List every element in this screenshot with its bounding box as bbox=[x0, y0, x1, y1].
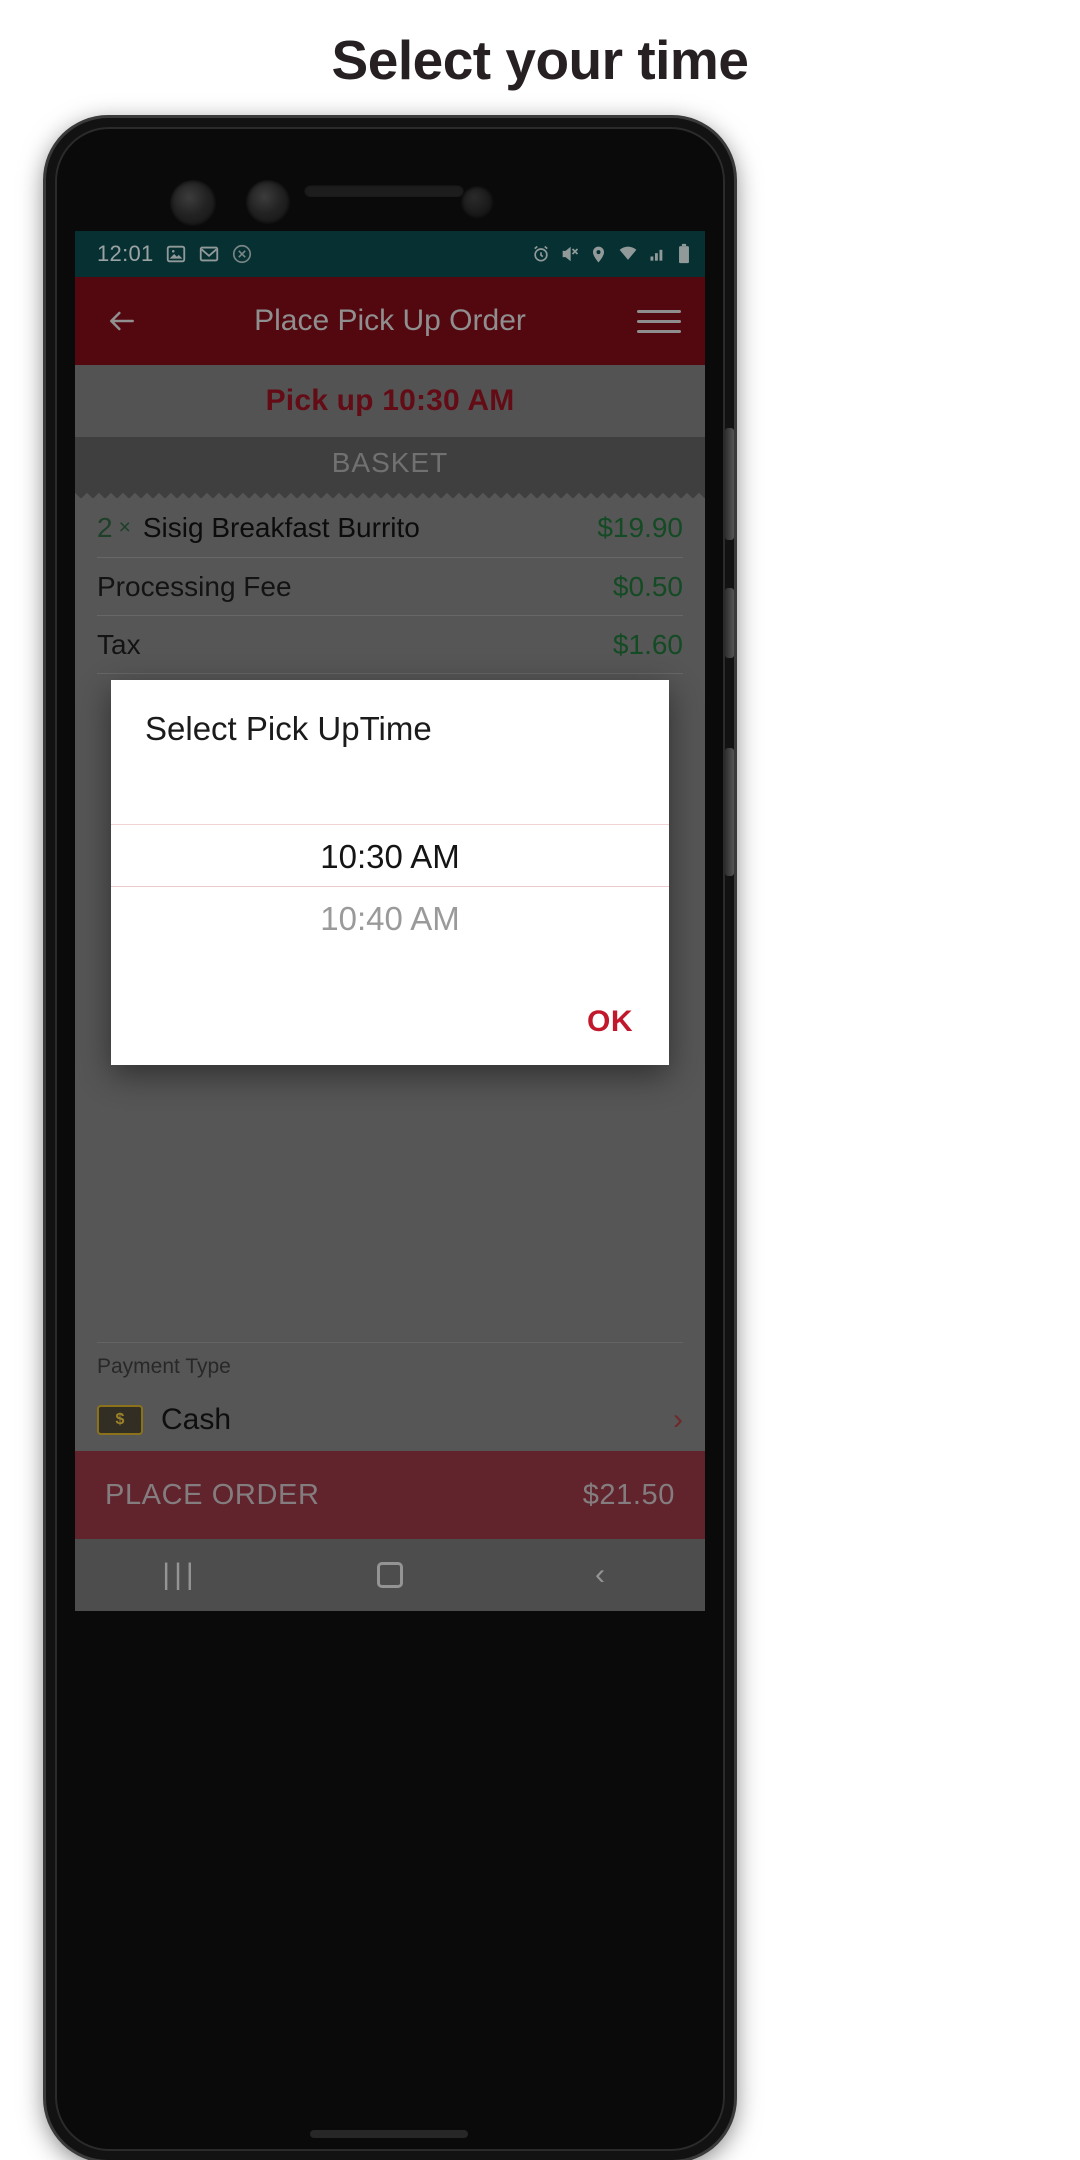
phone-device-frame: 12:01 Place Pick Up Order Pick up 10:30 … bbox=[46, 118, 734, 2160]
app-bar-title: Place Pick Up Order bbox=[254, 304, 526, 337]
earpiece-speaker bbox=[304, 184, 464, 197]
back-icon[interactable]: ‹ bbox=[555, 1550, 645, 1600]
dialog-title: Select Pick UpTime bbox=[145, 710, 432, 747]
chevron-right-icon[interactable]: › bbox=[673, 1403, 683, 1437]
time-picker-selection-line-top bbox=[111, 824, 669, 825]
select-pickup-time-dialog: Select Pick UpTime 10:30 AM 10:40 AM OK bbox=[111, 680, 669, 1065]
processing-fee-row: Processing Fee $0.50 bbox=[97, 558, 683, 616]
phone-side-button-volume-up bbox=[725, 428, 734, 540]
screenshot-root: Select your time 12:01 Place Pick Up Ord… bbox=[0, 0, 1080, 2160]
payment-method-row[interactable]: $ Cash › bbox=[97, 1389, 683, 1451]
page-title: Select your time bbox=[331, 29, 749, 91]
basket-totals: Processing Fee $0.50 Tax $1.60 bbox=[97, 558, 683, 674]
place-order-label: PLACE ORDER bbox=[105, 1478, 320, 1511]
front-camera-secondary-icon bbox=[246, 180, 290, 224]
android-navigation-bar: ||| ‹ bbox=[75, 1539, 705, 1611]
signal-icon bbox=[648, 244, 668, 264]
basket-zigzag-divider bbox=[75, 489, 705, 498]
status-bar: 12:01 bbox=[75, 231, 705, 277]
status-bar-right bbox=[531, 243, 691, 265]
proximity-sensor-icon bbox=[461, 186, 494, 219]
money-bill-icon: $ bbox=[97, 1405, 143, 1435]
gmail-icon bbox=[198, 243, 220, 265]
basket-list: 2 × Sisig Breakfast Burrito $19.90 Proce… bbox=[75, 498, 705, 674]
basket-item-row[interactable]: 2 × Sisig Breakfast Burrito $19.90 bbox=[97, 498, 683, 558]
alarm-icon bbox=[531, 244, 551, 264]
phone-side-button-volume-down bbox=[725, 588, 734, 658]
home-icon[interactable] bbox=[345, 1550, 435, 1600]
time-picker-selected-option[interactable]: 10:30 AM bbox=[111, 826, 669, 888]
processing-fee-price: $0.50 bbox=[612, 570, 683, 602]
battery-icon bbox=[677, 243, 691, 265]
time-picker-row-blank bbox=[111, 764, 669, 826]
time-picker-selection-line-bottom bbox=[111, 886, 669, 887]
basket-item-multiply-symbol: × bbox=[118, 515, 131, 539]
pickup-time-banner[interactable]: Pick up 10:30 AM bbox=[75, 365, 705, 437]
basket-item-price: $19.90 bbox=[597, 511, 683, 543]
payment-method-name: Cash bbox=[161, 1403, 232, 1436]
location-icon bbox=[589, 245, 608, 264]
dialog-actions: OK bbox=[111, 1005, 669, 1065]
app-bar: Place Pick Up Order bbox=[75, 277, 705, 365]
back-arrow-icon[interactable] bbox=[99, 298, 145, 344]
tax-row: Tax $1.60 bbox=[97, 616, 683, 674]
basket-section-header: BASKET bbox=[75, 437, 705, 489]
front-camera-icon bbox=[170, 180, 216, 226]
status-bar-left: 12:01 bbox=[97, 241, 253, 267]
tax-price: $1.60 bbox=[612, 628, 683, 660]
tax-label: Tax bbox=[97, 628, 141, 660]
place-order-total: $21.50 bbox=[582, 1478, 675, 1511]
time-picker-next-option[interactable]: 10:40 AM bbox=[111, 888, 669, 950]
circle-x-icon bbox=[231, 243, 253, 265]
image-icon bbox=[165, 243, 187, 265]
place-order-button[interactable]: PLACE ORDER $21.50 bbox=[75, 1451, 705, 1539]
phone-side-button-power bbox=[725, 748, 734, 876]
phone-chin-speaker bbox=[310, 2130, 468, 2138]
basket-item-qty: 2 bbox=[97, 511, 113, 543]
basket-item-name: Sisig Breakfast Burrito bbox=[142, 511, 420, 543]
payment-section: Payment Type $ Cash › bbox=[75, 1342, 705, 1451]
status-bar-clock: 12:01 bbox=[97, 241, 154, 266]
mute-icon bbox=[560, 244, 580, 264]
hamburger-menu-icon[interactable] bbox=[637, 309, 681, 333]
time-picker[interactable]: 10:30 AM 10:40 AM bbox=[111, 764, 669, 1005]
wifi-icon bbox=[617, 244, 639, 264]
ok-button[interactable]: OK bbox=[587, 1005, 633, 1039]
processing-fee-label: Processing Fee bbox=[97, 570, 292, 602]
phone-screen: 12:01 Place Pick Up Order Pick up 10:30 … bbox=[75, 231, 705, 1611]
recents-icon[interactable]: ||| bbox=[135, 1550, 225, 1600]
payment-type-label: Payment Type bbox=[97, 1342, 683, 1379]
